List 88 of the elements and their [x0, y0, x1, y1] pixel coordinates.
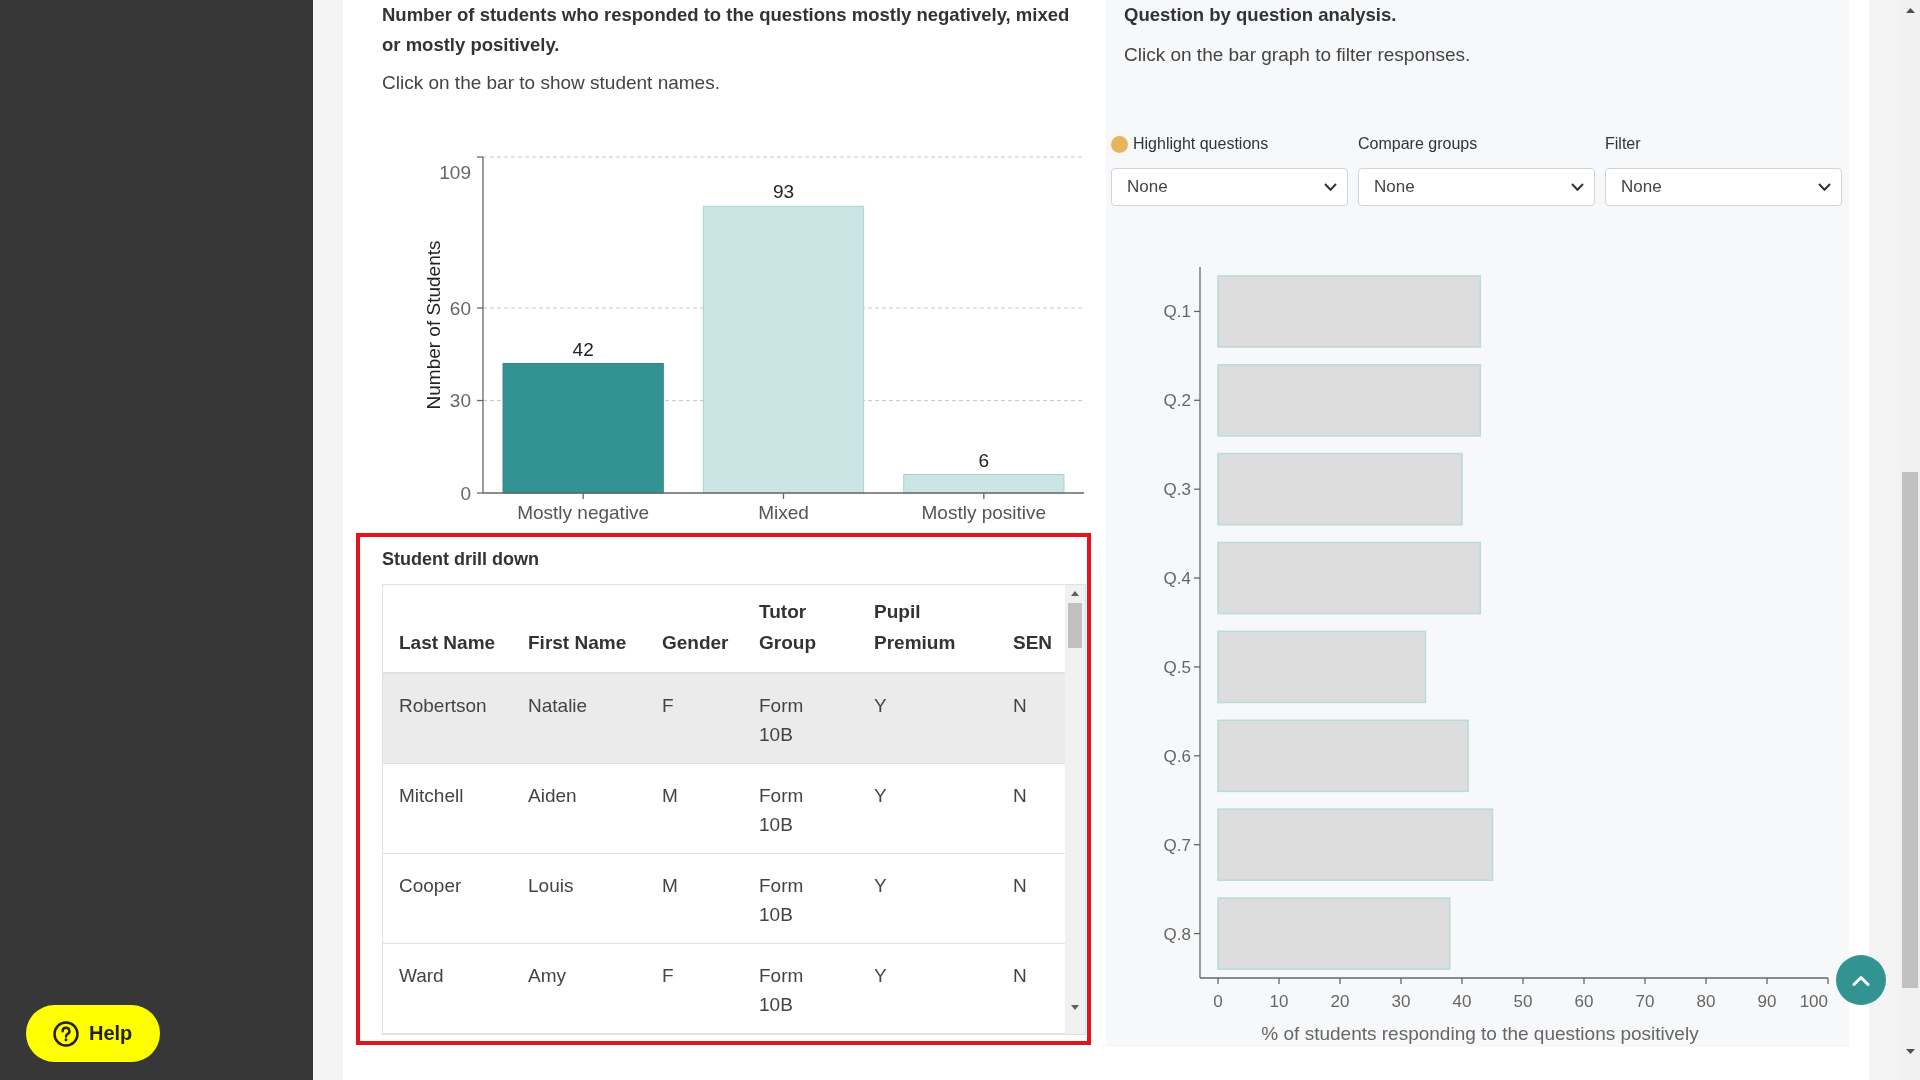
category-label: Mostly positive: [921, 502, 1047, 523]
table-cell-text: Form 10B: [759, 874, 805, 927]
dropdown[interactable]: None: [1605, 168, 1842, 206]
axis-tick-label: 30: [449, 390, 471, 412]
category-label: Mixed: [758, 502, 809, 523]
category-label: Q.5: [1163, 657, 1191, 677]
table-cell-text: Mitchell: [399, 784, 464, 808]
value-label: 6: [978, 449, 990, 471]
axis-tick-label: 60: [449, 297, 471, 319]
chevron-down-icon: [1818, 183, 1831, 191]
table-cell-text: Form 10B: [759, 964, 805, 1017]
category-label: Q.3: [1163, 480, 1191, 500]
category-label: Q.8: [1163, 924, 1191, 944]
axis-tick-label: 60: [1574, 992, 1594, 1011]
axis-tick-label: 0: [460, 482, 471, 504]
column-header: First Name: [528, 631, 627, 655]
axis-tick-label: 30: [1391, 992, 1411, 1011]
triangle-down-icon[interactable]: [1905, 1049, 1915, 1054]
table-cell-text: Cooper: [399, 874, 462, 898]
axis-tick-label: 70: [1635, 992, 1655, 1011]
axis-tick-label: 20: [1330, 992, 1350, 1011]
chart-bar[interactable]: [903, 474, 1065, 494]
table-cell-text: Y: [874, 964, 887, 988]
dropdown-label: Filter: [1605, 134, 1641, 154]
dropdown[interactable]: None: [1111, 168, 1348, 206]
axis-title: Number of Students: [422, 240, 444, 410]
axis-tick-label: 50: [1513, 992, 1533, 1011]
panel-title: Student drill down: [382, 548, 539, 571]
category-label: Q.1: [1163, 302, 1191, 322]
table-cell-text: Ward: [399, 964, 444, 988]
table-cell-text: Aiden: [528, 784, 577, 808]
axis-tick-label: 100: [1799, 992, 1828, 1011]
table-cell-text: M: [662, 874, 678, 898]
scrollbar-thumb[interactable]: [1068, 603, 1082, 648]
table-cell-text: F: [662, 964, 674, 988]
table-cell-text: N: [1013, 964, 1027, 988]
table-cell-text: Louis: [528, 874, 574, 898]
table-cell-text: Form 10B: [759, 694, 805, 747]
column-header: Last Name: [399, 631, 496, 655]
table-cell-text: Y: [874, 874, 887, 898]
category-label: Mostly negative: [517, 502, 650, 523]
chevron-up-icon: [1852, 974, 1870, 986]
axis-tick-label: 0: [1213, 992, 1223, 1011]
chevron-down-icon: [1571, 183, 1584, 191]
table-cell-text: Y: [874, 784, 887, 808]
value-label: 42: [572, 338, 594, 360]
category-label: Q.4: [1163, 569, 1191, 588]
instruction-text: Click on the bar graph to filter responses.: [1124, 43, 1471, 67]
table-cell-text: N: [1013, 874, 1027, 898]
column-header: Tutor Group: [759, 600, 817, 655]
column-header: Gender: [662, 631, 729, 655]
table-cell-text: Robertson: [399, 694, 487, 718]
column-header: SEN: [1013, 631, 1053, 655]
axis-tick-label: 109: [439, 161, 471, 183]
category-label: Q.2: [1163, 391, 1191, 411]
triangle-up-icon[interactable]: [1071, 591, 1079, 596]
table-cell-text: Y: [874, 694, 887, 718]
section-heading: Question by question analysis.: [1124, 3, 1397, 27]
axis-tick-label: 80: [1696, 992, 1716, 1011]
dropdown-label: Highlight questions: [1133, 134, 1269, 154]
table-cell-text: N: [1013, 784, 1027, 808]
table-scrollbar[interactable]: [1065, 585, 1085, 1034]
axis-tick-label: 10: [1269, 992, 1289, 1011]
page-scrollbar[interactable]: [1900, 0, 1920, 1080]
category-label: Q.6: [1163, 746, 1191, 766]
help-button[interactable]: Help: [26, 1005, 160, 1062]
chevron-down-icon: [1324, 183, 1337, 191]
scrollbar-thumb[interactable]: [1902, 472, 1918, 988]
table-cell-text: N: [1013, 694, 1027, 718]
dropdown[interactable]: None: [1358, 168, 1595, 206]
table-cell-text: Amy: [528, 964, 566, 988]
table-cell-text: F: [662, 694, 674, 718]
category-label: Q.7: [1163, 835, 1191, 855]
instruction-text: Click on the bar to show student names.: [382, 71, 720, 95]
axis-tick-label: 40: [1452, 992, 1472, 1011]
table-cell-text: M: [662, 784, 678, 808]
section-heading: Number of students who responded to the questions mostly negatively, mixed or mostly positively.: [382, 3, 1071, 57]
table-cell-text: Form 10B: [759, 784, 805, 837]
axis-title: % of students responding to the questions positively: [1261, 1023, 1699, 1044]
help-icon: [53, 1020, 79, 1047]
value-label: 93: [772, 181, 795, 203]
axis-tick-label: 90: [1757, 992, 1777, 1011]
dropdown-label: Compare groups: [1358, 134, 1478, 154]
triangle-down-icon[interactable]: [1071, 1005, 1079, 1010]
triangle-up-icon[interactable]: [1905, 8, 1915, 13]
column-header: Pupil Premium: [874, 600, 957, 655]
table-cell-text: Natalie: [528, 694, 588, 718]
dot-icon: [1111, 135, 1128, 153]
